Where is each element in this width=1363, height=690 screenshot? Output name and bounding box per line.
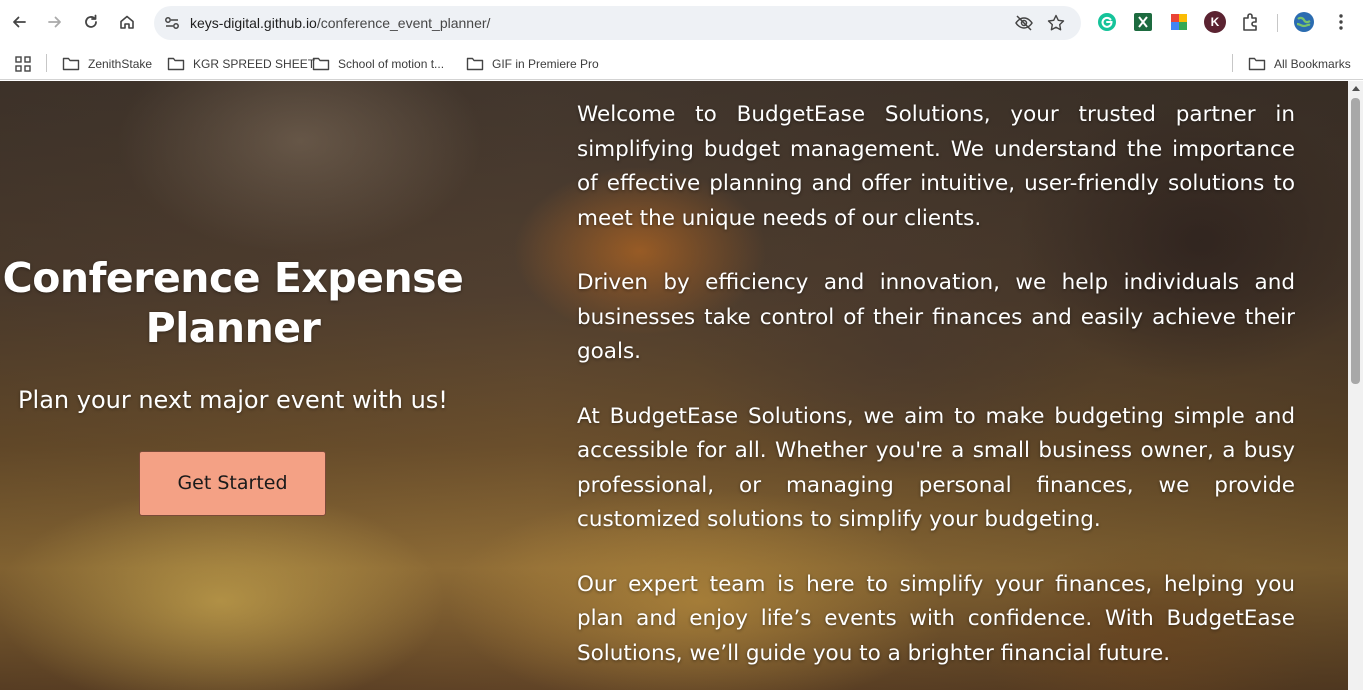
folder-icon: [466, 57, 484, 71]
bookmark-label: ZenithStake: [88, 57, 153, 71]
scroll-up-arrow-icon[interactable]: [1352, 86, 1360, 91]
address-bar[interactable]: keys-digital.github.io/conference_event_…: [154, 6, 1081, 40]
about-text: Welcome to BudgetEase Solutions, your tr…: [577, 98, 1295, 690]
puzzle-icon[interactable]: [1240, 11, 1262, 33]
all-bookmarks[interactable]: All Bookmarks: [1248, 51, 1351, 77]
scrollbar-thumb[interactable]: [1351, 98, 1360, 384]
url-path: /conference_event_planner/: [316, 15, 491, 31]
about-paragraph-1: Welcome to BudgetEase Solutions, your tr…: [577, 102, 1295, 231]
get-started-button[interactable]: Get Started: [139, 451, 326, 516]
browser-toolbar: keys-digital.github.io/conference_event_…: [0, 0, 1363, 46]
extension-x-icon[interactable]: [1132, 11, 1154, 33]
site-info-icon[interactable]: [162, 13, 182, 33]
bookmarks-divider-right: [1232, 54, 1233, 72]
extension-color-icon[interactable]: [1168, 11, 1190, 33]
folder-icon: [312, 57, 330, 71]
folder-icon: [62, 57, 80, 71]
about-paragraph-4: Our expert team is here to simplify your…: [577, 571, 1295, 666]
about-paragraph-3: At BudgetEase Solutions, we aim to make …: [577, 403, 1295, 533]
more-menu-icon[interactable]: [1330, 11, 1352, 33]
page-title: Conference Expense Planner: [0, 253, 466, 353]
bookmark-gif-in-premiere[interactable]: GIF in Premiere Pro: [466, 51, 599, 77]
grammarly-icon[interactable]: [1096, 11, 1118, 33]
star-icon[interactable]: [1046, 13, 1066, 33]
bookmark-school-of-motion[interactable]: School of motion t...: [312, 51, 444, 77]
url-text[interactable]: keys-digital.github.io/conference_event_…: [190, 6, 490, 40]
title-line-2: Planner: [145, 304, 321, 352]
hero-subtitle: Plan your next major event with us!: [18, 386, 448, 414]
all-bookmarks-label: All Bookmarks: [1274, 57, 1351, 71]
bookmark-label: School of motion t...: [338, 57, 445, 71]
hero-intro: Conference Expense Planner Plan your nex…: [0, 253, 466, 415]
profile-k-letter: K: [1210, 15, 1220, 29]
bookmark-kgr-spreed-sheet[interactable]: KGR SPREED SHEET: [167, 51, 315, 77]
back-arrow-icon[interactable]: [4, 7, 34, 37]
about-paragraph-2: Driven by efficiency and innovation, we …: [577, 270, 1295, 364]
page-viewport: Conference Expense Planner Plan your nex…: [0, 81, 1363, 690]
folder-icon: [1248, 57, 1266, 71]
bookmark-label: GIF in Premiere Pro: [492, 57, 599, 71]
home-icon[interactable]: [112, 7, 142, 37]
folder-icon: [167, 57, 185, 71]
page-scrollbar[interactable]: [1348, 81, 1363, 690]
title-line-1: Conference Expense: [2, 254, 464, 302]
apps-grid-icon[interactable]: [14, 51, 32, 77]
eye-off-icon[interactable]: [1014, 13, 1034, 33]
avatar-globe-icon[interactable]: [1293, 11, 1315, 33]
url-domain: keys-digital.github.io: [190, 15, 317, 31]
forward-arrow-icon[interactable]: [40, 7, 70, 37]
reload-icon[interactable]: [76, 7, 106, 37]
toolbar-divider: [1277, 14, 1278, 32]
profile-k-icon[interactable]: K: [1204, 11, 1226, 33]
bookmarks-divider: [46, 54, 47, 72]
bookmark-label: KGR SPREED SHEET: [193, 57, 316, 71]
bookmarks-bar: ZenithStake KGR SPREED SHEET School of m…: [0, 46, 1363, 80]
bookmark-zenithstake[interactable]: ZenithStake: [62, 51, 152, 77]
